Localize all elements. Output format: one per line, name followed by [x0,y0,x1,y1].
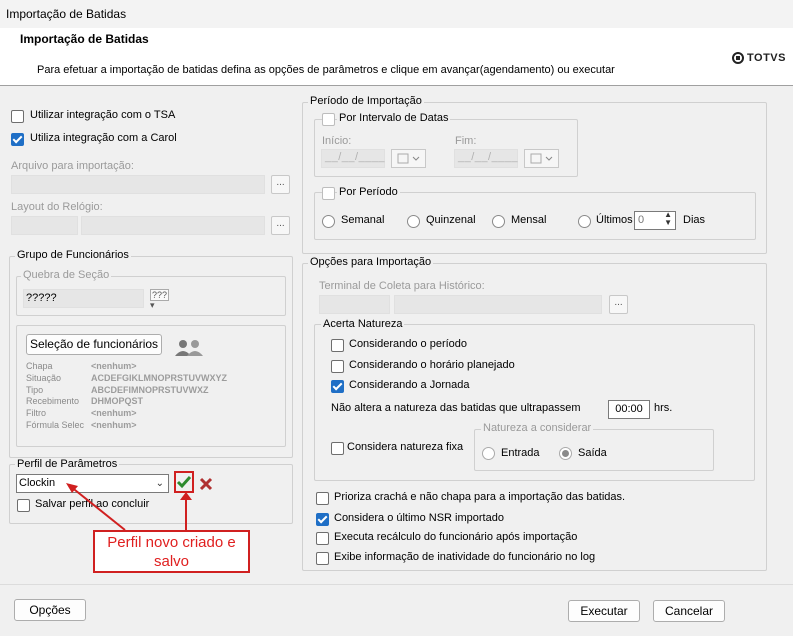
window-title: Importação de Batidas [6,7,127,21]
opcoes-legend: Opções para Importação [308,256,434,268]
periodo-legend: Período de Importação [308,95,424,107]
semanal-label: Semanal [341,214,385,226]
fim-calendar-button[interactable] [524,149,559,168]
ultimo-nsr-checkbox[interactable] [316,513,329,526]
fim-label: Fim: [455,135,477,147]
ultimos-radio[interactable] [578,215,591,228]
entrada-label: Entrada [501,447,540,459]
selecao-row-value: <nenhum> [91,420,137,430]
selecao-row-value: ACDEFGIKLMNOPRSTUVWXYZ [91,372,227,383]
layout-code-input[interactable] [11,216,78,235]
grupo-legend: Grupo de Funcionários [15,249,131,261]
selecao-funcionarios-button[interactable]: Seleção de funcionários [26,334,162,355]
arquivo-label: Arquivo para importação: [11,160,134,172]
selecao-row-label: Chapa [26,361,53,371]
por-periodo-label: Por Período [337,186,400,198]
acerta-periodo-label: Considerando o período [349,338,468,350]
users-icon [175,340,203,356]
prioriza-cracha-label: Prioriza crachá e não chapa para a impor… [334,491,626,503]
natureza-legend: Natureza a considerar [481,422,594,434]
quebra-select[interactable]: ??? ▾ [150,289,174,310]
saida-radio[interactable] [559,447,572,460]
inicio-label: Início: [322,135,352,147]
selecao-row-value: DHMOPQST [91,396,144,407]
delete-profile-button[interactable] [199,477,213,491]
quinzenal-label: Quinzenal [426,214,476,226]
acerta-horario-label: Considerando o horário planejado [349,359,515,371]
selecao-row-value: <nenhum> [91,361,137,371]
salvar-perfil-checkbox[interactable] [17,499,30,512]
por-periodo-checkbox[interactable] [322,187,335,200]
acerta-horario-checkbox[interactable] [331,360,344,373]
inicio-date-input[interactable]: __/__/____ [321,149,385,168]
cancelar-button[interactable]: Cancelar [653,600,725,622]
mensal-radio[interactable] [492,215,505,228]
terminal-desc-input[interactable] [394,295,602,314]
carol-checkbox[interactable] [11,133,24,146]
executar-button[interactable]: Executar [568,600,640,622]
intervalo-checkbox[interactable] [322,113,335,126]
nao-altera-label: Não altera a natureza das batidas que ul… [331,402,581,414]
carol-label: Utiliza integração com a Carol [30,132,177,144]
acerta-jornada-label: Considerando a Jornada [349,379,470,391]
terminal-browse-button[interactable]: ... [609,295,628,314]
selecao-row-label: Filtro [26,408,46,419]
dias-label: Dias [683,214,706,226]
stepper-arrows-icon: ▲ ▼ [664,210,672,227]
acerta-jornada-checkbox[interactable] [331,380,344,393]
selecao-row-label: Tipo [26,384,44,395]
tsa-checkbox[interactable] [11,110,24,123]
acerta-legend: Acerta Natureza [321,318,405,330]
selecao-row-value: ABCDEFIMNOPRSTUVWXZ [91,384,209,395]
perfil-legend: Perfil de Parâmetros [15,458,120,470]
layout-desc-input[interactable] [81,216,265,235]
arquivo-input[interactable] [11,175,265,194]
recalculo-label: Executa recálculo do funcionário após im… [334,531,578,543]
mensal-label: Mensal [511,214,547,226]
inatividade-label: Exibe informação de inatividade do funci… [334,551,596,563]
intervalo-label: Por Intervalo de Datas [337,112,451,124]
ultimos-stepper[interactable]: 0 ▲ ▼ [634,211,676,230]
hrs-input[interactable]: 00:00 [608,400,650,419]
terminal-code-input[interactable] [319,295,390,314]
page-title: Importação de Batidas [20,32,149,46]
layout-browse-button[interactable]: ... [271,216,290,235]
calendar-icon [530,153,553,164]
quebra-legend: Quebra de Seção [21,269,112,281]
selecao-row-label: Recebimento [26,396,80,407]
quinzenal-radio[interactable] [407,215,420,228]
chevron-down-icon: ▾ [150,300,155,310]
calendar-icon [397,153,420,164]
totvs-logo: TOTVS [732,52,786,64]
recalculo-checkbox[interactable] [316,532,329,545]
inatividade-checkbox[interactable] [316,552,329,565]
footer-divider [0,584,793,585]
window-title-bar: Importação de Batidas [0,0,793,29]
totvs-logo-icon [732,52,744,64]
prioriza-cracha-checkbox[interactable] [316,492,329,505]
selecao-row-label: Fórmula Selec [26,420,85,430]
layout-label: Layout do Relógio: [11,201,103,213]
selecao-row-value: <nenhum> [91,408,137,419]
ultimo-nsr-label: Considera o último NSR importado [334,512,504,524]
ultimos-label: Últimos [596,214,633,226]
entrada-radio[interactable] [482,447,495,460]
annotation-callout: Perfil novo criado e salvo [93,530,250,573]
semanal-radio[interactable] [322,215,335,228]
hrs-label: hrs. [654,402,673,414]
tsa-label: Utilizar integração com o TSA [30,109,176,121]
inicio-calendar-button[interactable] [391,149,426,168]
page-description: Para efetuar a importação de batidas def… [37,64,615,76]
quebra-input[interactable]: ????? [23,289,144,308]
saida-label: Saída [578,447,607,459]
terminal-label: Terminal de Coleta para Histórico: [319,280,485,292]
natureza-fixa-checkbox[interactable] [331,442,344,455]
opcoes-button[interactable]: Opções [14,599,86,621]
natureza-fixa-label: Considera natureza fixa [347,441,464,453]
selecao-row-label: Situação [26,372,62,383]
acerta-periodo-checkbox[interactable] [331,339,344,352]
arquivo-browse-button[interactable]: ... [271,175,290,194]
fim-date-input[interactable]: __/__/____ [454,149,518,168]
